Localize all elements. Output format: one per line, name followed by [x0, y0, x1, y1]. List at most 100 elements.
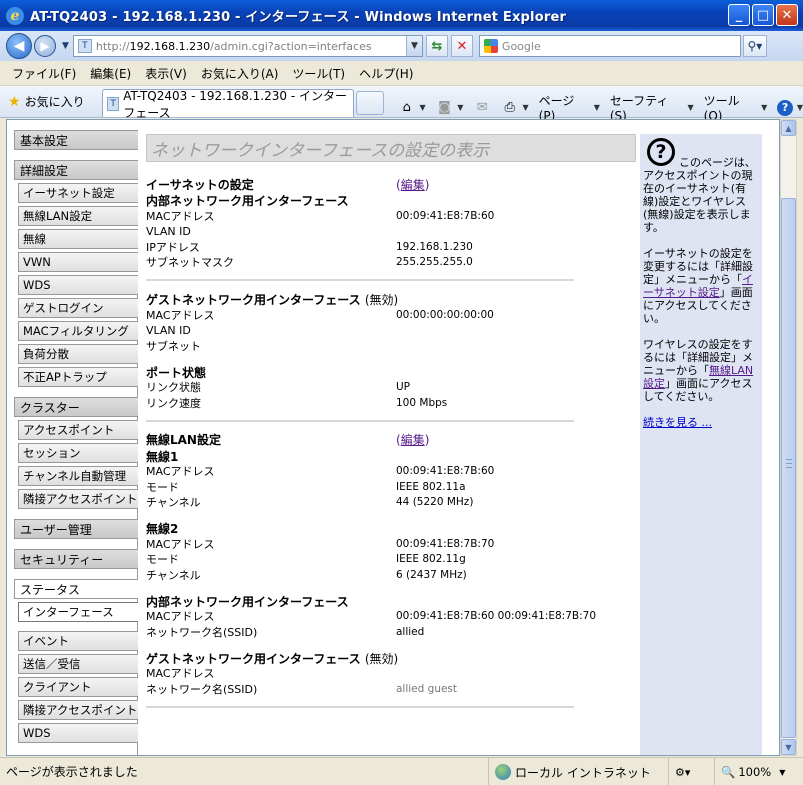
nav-item-wireless-lan[interactable]: 無線LAN設定 [18, 206, 138, 226]
nav-item-interfaces[interactable]: インターフェース [18, 602, 138, 622]
nav-advanced[interactable]: 詳細設定 [14, 160, 138, 180]
window-controls: _ □ ✕ [728, 4, 798, 26]
protected-mode[interactable]: ⚙▾ [668, 758, 690, 785]
nav-security[interactable]: セキュリティー [14, 549, 138, 569]
port-title: ポート状態 [146, 365, 207, 380]
favorites-button[interactable]: ★ お気に入り [8, 93, 85, 110]
security-zone[interactable]: ローカル イントラネット [488, 758, 651, 785]
info-row: IPアドレス 192.168.1.230 [146, 240, 473, 254]
info-row: モード IEEE 802.11a [146, 480, 466, 494]
zone-label: ローカル イントラネット [515, 765, 651, 780]
nav-item-tx-rx[interactable]: 送信／受信 [18, 654, 138, 674]
url-input[interactable]: T http://192.168.1.230/admin.cgi?action=… [72, 35, 423, 57]
page-content: 基本設定 詳細設定 イーサネット設定 無線LAN設定 無線 VWN WDS ゲス… [6, 119, 780, 756]
url-path: /admin.cgi?action=interfaces [210, 39, 372, 53]
nav-cluster[interactable]: クラスター [14, 397, 138, 417]
help-dropdown-icon[interactable]: ▼ [797, 103, 803, 112]
home-icon[interactable]: ⌂ [398, 99, 416, 117]
nav-item-channel-management[interactable]: チャンネル自動管理 [18, 466, 138, 486]
zoom-level: 100% [738, 765, 772, 779]
print-dropdown-icon[interactable]: ▼ [523, 103, 529, 112]
info-row: リンク状態 UP [146, 381, 411, 395]
stop-button[interactable]: ✕ [450, 35, 473, 57]
close-button[interactable]: ✕ [776, 4, 798, 26]
zoom-control[interactable]: 🔍 100% ▼ [714, 758, 785, 785]
url-prefix: http:// [95, 39, 130, 53]
nav-item-ethernet[interactable]: イーサネット設定 [18, 183, 138, 203]
nav-status[interactable]: ステータス [14, 579, 138, 599]
address-bar: ◀ ▶ ▼ T http://192.168.1.230/admin.cgi?a… [0, 31, 803, 61]
search-button[interactable]: ⚲▾ [742, 35, 767, 57]
nav-basic[interactable]: 基本設定 [14, 130, 138, 150]
protected-mode-icon: ⚙▾ [675, 765, 691, 779]
scroll-down-icon[interactable]: ▼ [781, 739, 796, 755]
zoom-icon: 🔍 [721, 765, 736, 779]
radio1-title: 無線1 [146, 449, 179, 464]
nav-item-wds[interactable]: WDS [18, 275, 138, 295]
nav-item-rogue-ap[interactable]: 不正APトラップ [18, 367, 138, 387]
feeds-dropdown-icon[interactable]: ▼ [457, 103, 463, 112]
eth-internal-title: 内部ネットワーク用インターフェース [146, 194, 349, 208]
page-title: ネットワークインターフェースの設定の表示 [146, 134, 636, 162]
nav-item-events[interactable]: イベント [18, 631, 138, 651]
url-host: 192.168.1.230 [129, 39, 211, 53]
forward-button[interactable]: ▶ [34, 35, 56, 57]
info-row: ネットワーク名(SSID) allied [146, 625, 425, 639]
nav-item-mac-filtering[interactable]: MACフィルタリング [18, 321, 138, 341]
back-button[interactable]: ◀ [6, 33, 32, 59]
menu-help[interactable]: ヘルプ(H) [359, 65, 413, 82]
mail-icon[interactable]: ✉ [473, 99, 491, 117]
scroll-thumb[interactable] [781, 198, 796, 738]
ethernet-edit-link[interactable]: 編集 [401, 178, 425, 192]
url-dropdown-icon[interactable]: ▼ [405, 36, 422, 56]
zoom-dropdown-icon[interactable]: ▼ [779, 768, 785, 777]
nav-item-guest-login[interactable]: ゲストログイン [18, 298, 138, 318]
radio2-title: 無線2 [146, 522, 179, 536]
page-dropdown-icon[interactable]: ▼ [594, 103, 600, 112]
print-icon[interactable]: ⎙ [501, 99, 519, 117]
wireless-edit: (編集) [396, 433, 430, 447]
info-row: チャンネル 44 (5220 MHz) [146, 496, 474, 510]
nav-item-session[interactable]: セッション [18, 443, 138, 463]
wireless-edit-link[interactable]: 編集 [401, 433, 425, 447]
menu-tools[interactable]: ツール(T) [292, 65, 345, 82]
tab-current[interactable]: T AT-TQ2403 - 192.168.1.230 - インターフェース [102, 89, 354, 120]
nav-item-clients[interactable]: クライアント [18, 677, 138, 697]
nav-users[interactable]: ユーザー管理 [14, 519, 138, 539]
feeds-icon[interactable]: ◙ [436, 99, 454, 117]
history-dropdown-icon[interactable]: ▼ [62, 41, 69, 51]
scroll-up-icon[interactable]: ▲ [781, 120, 796, 136]
nav-item-neighbor-ap[interactable]: 隣接アクセスポイント [18, 489, 138, 509]
menu-view[interactable]: 表示(V) [145, 65, 187, 82]
menu-edit[interactable]: 編集(E) [90, 65, 131, 82]
nav-item-load-balancing[interactable]: 負荷分散 [18, 344, 138, 364]
minimize-button[interactable]: _ [728, 4, 750, 26]
nav-item-radio[interactable]: 無線 [18, 229, 138, 249]
help-question-icon: ? [647, 138, 675, 166]
wireless-title: 無線LAN設定 [146, 433, 221, 447]
info-row: MACアドレス [146, 667, 215, 681]
info-row: MACアドレス 00:00:00:00:00:00 [146, 308, 494, 322]
tools-dropdown-icon[interactable]: ▼ [761, 103, 767, 112]
nav-item-access-point[interactable]: アクセスポイント [18, 420, 138, 440]
nav-item-status-wds[interactable]: WDS [18, 723, 138, 743]
maximize-button[interactable]: □ [752, 4, 774, 26]
safety-dropdown-icon[interactable]: ▼ [688, 103, 694, 112]
nav-item-vwn[interactable]: VWN [18, 252, 138, 272]
search-input[interactable]: Google [478, 35, 741, 57]
left-nav: 基本設定 詳細設定 イーサネット設定 無線LAN設定 無線 VWN WDS ゲス… [14, 130, 138, 743]
globe-icon [495, 764, 511, 780]
new-tab-button[interactable] [356, 91, 384, 115]
ethernet-header: イーサネットの設定 (編集) [146, 176, 636, 192]
favorites-label: お気に入り [24, 95, 85, 109]
info-row: チャンネル 6 (2437 MHz) [146, 568, 467, 582]
menu-favorites[interactable]: お気に入り(A) [201, 65, 279, 82]
vertical-scrollbar[interactable]: ▲ ▼ [780, 119, 797, 756]
info-row: ネットワーク名(SSID) allied guest [146, 682, 458, 696]
help-more-link[interactable]: 続きを見る ... [643, 416, 712, 429]
menu-file[interactable]: ファイル(F) [12, 65, 76, 82]
refresh-button[interactable]: ⇆ [425, 35, 448, 57]
nav-item-status-neighbor-ap[interactable]: 隣接アクセスポイント [18, 700, 138, 720]
home-dropdown-icon[interactable]: ▼ [420, 103, 426, 112]
help-icon[interactable]: ? [777, 99, 793, 116]
